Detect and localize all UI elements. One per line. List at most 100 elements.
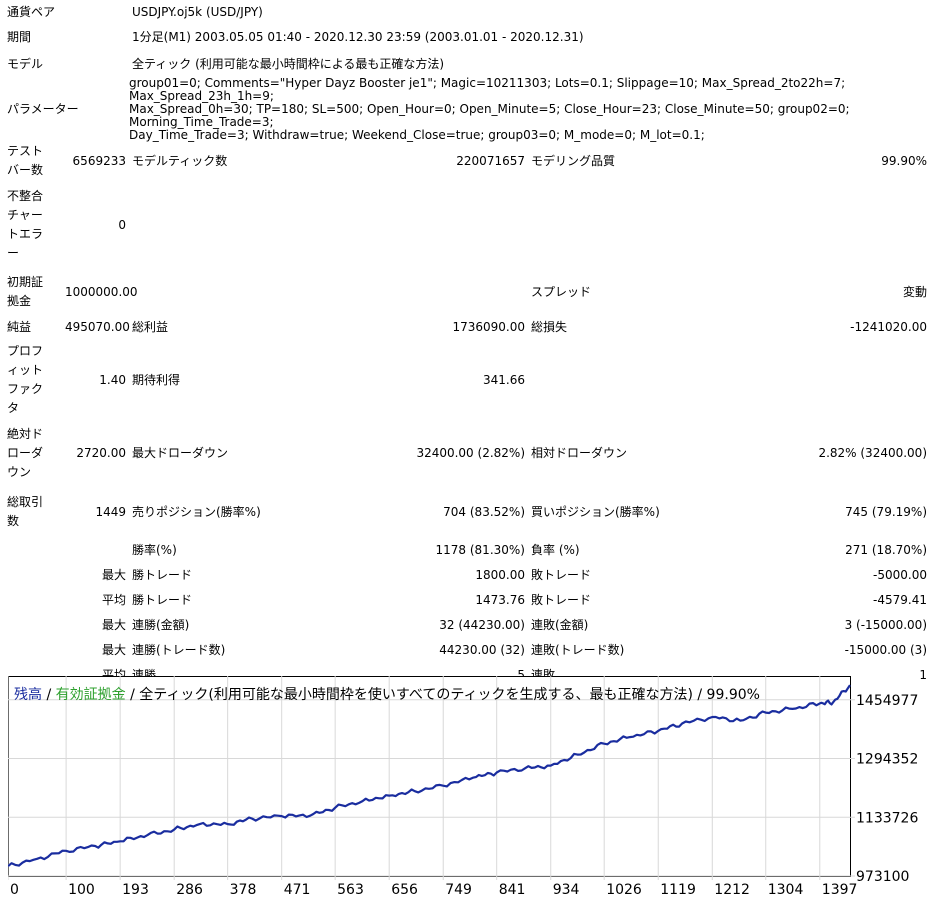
- max-consecutive-profit-win-label: 連勝(トレード数): [132, 643, 226, 657]
- net-profit-label: 純益: [7, 319, 32, 334]
- plot-frame: [8, 676, 851, 877]
- max-consecutive-profit-prefix: 最大: [101, 643, 126, 657]
- relative-drawdown-value: 2.82% (32400.00): [818, 445, 927, 460]
- row-win-rate: 勝率(%) 1178 (81.30%) 負率 (%) 271 (18.70%): [4, 538, 930, 563]
- absolute-drawdown-label-l1: 絶対ド: [7, 426, 44, 441]
- row-net-profit: 純益 495070.00 総利益 1736090.00 総損失 -1241020…: [4, 314, 930, 340]
- balance-chart-svg: 973100 1133726 1294352 1454977 0 100 193 286 37…: [7, 676, 918, 898]
- x-tick-label: 656: [391, 882, 418, 898]
- absolute-drawdown-label-l2: ローダ: [7, 445, 44, 460]
- y-tick-label: 1294352: [856, 752, 918, 768]
- absolute-drawdown-label: 絶対ド ローダ ウン: [4, 420, 62, 486]
- x-tick-label: 1397: [822, 882, 858, 898]
- absolute-drawdown-label-l3: ウン: [7, 464, 32, 479]
- parameters-line-1: group01=0; Comments="Hyper Dayz Booster …: [129, 76, 846, 103]
- total-trades-label: 総取引 数: [4, 486, 62, 538]
- period-value: 1分足(M1) 2003.05.05 01:40 - 2020.12.30 23…: [132, 30, 584, 44]
- max-consecutive-profit-win-value: 44230.00 (32): [439, 643, 525, 657]
- parameters-label: パラメーター: [7, 102, 79, 116]
- x-tick-label: 934: [553, 882, 580, 898]
- max-consecutive-profit-loss-value: -15000.00 (3): [844, 643, 927, 657]
- largest-profit-value: 1800.00: [475, 568, 525, 582]
- initial-deposit-label: 初期証 拠金: [4, 270, 62, 314]
- profit-factor-label-l3: ファク: [7, 382, 44, 396]
- maximal-drawdown-label: 最大ドローダウン: [132, 445, 229, 460]
- profit-factor-value: 1.40: [99, 372, 126, 387]
- average-loss-value: -4579.41: [873, 593, 927, 607]
- net-profit-value: 495070.00: [65, 319, 130, 334]
- model-ticks-value: 220071657: [456, 153, 525, 168]
- profit-trades-value: 1178 (81.30%): [435, 543, 525, 557]
- y-tick-label: 1454977: [856, 693, 918, 709]
- spread-label: スプレッド: [531, 284, 592, 299]
- legend-sep-1: /: [42, 687, 56, 703]
- row-drawdown: 絶対ド ローダ ウン 2720.00 最大ドローダウン 32400.00 (2.…: [4, 420, 930, 486]
- model-label: モデル: [7, 56, 44, 71]
- relative-drawdown-label: 相対ドローダウン: [531, 445, 628, 460]
- bars-tested-label: テスト バー数: [4, 142, 62, 180]
- initial-deposit-value: 1000000.00: [65, 284, 138, 299]
- model-ticks-label: モデルティック数: [132, 153, 228, 168]
- balance-graph: 973100 1133726 1294352 1454977 0 100 193 286 37…: [7, 676, 926, 904]
- x-tick-label: 749: [445, 882, 472, 898]
- max-consecutive-loss-value: 3 (-15000.00): [844, 618, 927, 632]
- mismatch-label-l3: トエラ: [7, 227, 44, 241]
- largest-loss-value: -5000.00: [873, 568, 927, 582]
- row-total-trades: 総取引 数 1449 売りポジション(勝率%) 704 (83.52%) 買いポ…: [4, 486, 930, 538]
- max-consecutive-profit-loss-label: 連敗(トレード数): [531, 643, 625, 657]
- expected-payoff-label: 期待利得: [132, 372, 181, 387]
- long-positions-label: 買いポジション(勝率%): [531, 504, 660, 519]
- x-tick-label: 841: [499, 882, 526, 898]
- average-prefix: 平均: [101, 593, 126, 607]
- gross-profit-value: 1736090.00: [452, 319, 525, 334]
- y-tick-label: 973100: [856, 869, 909, 885]
- report-table: 通貨ペア USDJPY.oj5k (USD/JPY) 期間 1分足(M1) 20…: [4, 0, 930, 688]
- loss-trades-label: 負率 (%): [531, 543, 580, 557]
- x-tick-label: 1304: [768, 882, 804, 898]
- currency-pair-label: 通貨ペア: [7, 4, 56, 19]
- maximal-drawdown-value: 32400.00 (2.82%): [416, 445, 525, 460]
- row-mismatch: 不整合 チャー トエラ ー 0: [4, 180, 930, 270]
- chart-legend: 残高 / 有効証拠金 / 全ティック(利用可能な最小時間枠を使いすべてのティック…: [14, 684, 760, 704]
- row-deposit: 初期証 拠金 1000000.00 スプレッド 変動: [4, 270, 930, 314]
- row-currency-pair: 通貨ペア USDJPY.oj5k (USD/JPY): [4, 0, 930, 24]
- x-tick-label: 0: [10, 882, 19, 898]
- largest-profit-label: 勝トレード: [132, 568, 193, 582]
- modelling-quality-label: モデリング品質: [531, 153, 616, 168]
- average-profit-value: 1473.76: [475, 593, 525, 607]
- bars-tested-value: 6569233: [72, 153, 126, 168]
- currency-pair-value: USDJPY.oj5k (USD/JPY): [132, 4, 263, 19]
- row-parameters: パラメーター group01=0; Comments="Hyper Dayz B…: [4, 77, 930, 142]
- row-profit-factor: プロフ ィット ファク タ 1.40 期待利得 341.66: [4, 340, 930, 420]
- bars-tested-label-l2: バー数: [7, 163, 44, 177]
- average-loss-label: 敗トレード: [531, 593, 592, 607]
- spread-value: 変動: [902, 284, 927, 299]
- profit-factor-label-l1: プロフ: [7, 344, 44, 358]
- row-average: 平均 勝トレード 1473.76 敗トレード -4579.41: [4, 588, 930, 613]
- period-label: 期間: [7, 30, 32, 44]
- legend-balance: 残高: [14, 687, 42, 703]
- gross-loss-value: -1241020.00: [850, 319, 927, 334]
- max-consecutive-win-label: 連勝(金額): [132, 618, 190, 632]
- total-trades-label-l1: 総取引: [7, 495, 44, 509]
- max-consecutive-win-value: 32 (44230.00): [439, 618, 525, 632]
- total-trades-value: 1449: [95, 504, 126, 519]
- mismatch-label: 不整合 チャー トエラ ー: [4, 180, 62, 270]
- x-tick-label: 378: [230, 882, 257, 898]
- parameters-value: group01=0; Comments="Hyper Dayz Booster …: [129, 77, 930, 142]
- mismatch-value: 0: [118, 217, 126, 232]
- gross-loss-label: 総損失: [531, 319, 568, 334]
- largest-loss-label: 敗トレード: [531, 568, 592, 582]
- absolute-drawdown-value: 2720.00: [76, 445, 126, 460]
- initial-deposit-label-l1: 初期証: [7, 275, 44, 289]
- profit-trades-label: 勝率(%): [132, 543, 177, 557]
- row-period: 期間 1分足(M1) 2003.05.05 01:40 - 2020.12.30…: [4, 24, 930, 51]
- expected-payoff-value: 341.66: [483, 372, 525, 387]
- short-positions-value: 704 (83.52%): [443, 504, 525, 519]
- y-tick-label: 1133726: [856, 810, 918, 826]
- y-tick-labels: 973100 1133726 1294352 1454977: [856, 693, 918, 885]
- profit-factor-label-l2: ィット: [7, 363, 44, 377]
- x-tick-label: 286: [176, 882, 203, 898]
- loss-trades-value: 271 (18.70%): [845, 543, 927, 557]
- x-tick-label: 1026: [606, 882, 642, 898]
